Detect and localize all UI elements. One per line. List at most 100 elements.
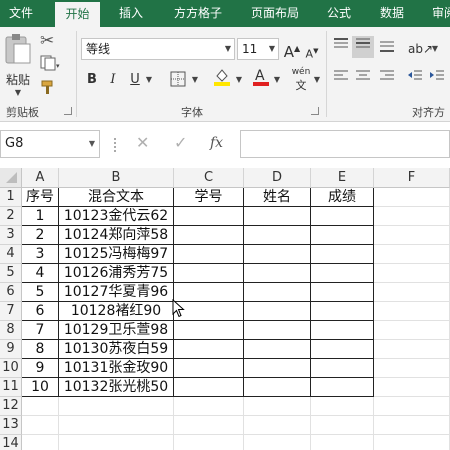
cell-c5[interactable] <box>174 264 244 283</box>
cell-e8[interactable] <box>311 321 374 340</box>
row-header-9[interactable]: 9 <box>0 340 22 359</box>
tab-data[interactable]: 数据 <box>369 0 415 27</box>
align-right-icon[interactable] <box>378 69 396 91</box>
cell-b1[interactable]: 混合文本 <box>59 188 174 207</box>
align-middle-icon[interactable] <box>352 36 374 58</box>
align-top-icon[interactable] <box>332 38 350 60</box>
font-size-select[interactable]: 11 ▼ <box>237 38 279 60</box>
increase-indent-icon[interactable] <box>428 69 446 91</box>
cell-a9[interactable]: 8 <box>22 340 59 359</box>
cell-b9[interactable]: 10130苏夜白59 <box>59 340 174 359</box>
align-left-icon[interactable] <box>332 69 350 91</box>
cell-b2[interactable]: 10123金代云62 <box>59 207 174 226</box>
cell-d11[interactable] <box>244 378 311 397</box>
tab-page-layout[interactable]: 页面布局 <box>240 0 310 27</box>
cell-a5[interactable]: 4 <box>22 264 59 283</box>
cell-d8[interactable] <box>244 321 311 340</box>
cell-f10[interactable] <box>374 359 450 378</box>
cell-c12[interactable] <box>174 397 244 416</box>
cell-b5[interactable]: 10126浦秀芳75 <box>59 264 174 283</box>
chevron-down-icon[interactable]: ▼ <box>234 69 244 91</box>
column-header-b[interactable]: B <box>59 168 174 188</box>
tab-insert[interactable]: 插入 <box>108 0 154 27</box>
insert-function-icon[interactable]: fx <box>210 135 223 151</box>
cell-a11[interactable]: 10 <box>22 378 59 397</box>
italic-button[interactable]: I <box>105 69 121 91</box>
row-header-11[interactable]: 11 <box>0 378 22 397</box>
cell-a1[interactable]: 序号 <box>22 188 59 207</box>
cell-c2[interactable] <box>174 207 244 226</box>
cell-a14[interactable] <box>22 435 59 450</box>
cell-c14[interactable] <box>174 435 244 450</box>
tab-home[interactable]: 开始 <box>55 2 100 27</box>
cell-f12[interactable] <box>374 397 450 416</box>
cell-c8[interactable] <box>174 321 244 340</box>
cell-f5[interactable] <box>374 264 450 283</box>
row-header-14[interactable]: 14 <box>0 435 22 450</box>
cell-d13[interactable] <box>244 416 311 435</box>
cell-b3[interactable]: 10124郑向萍58 <box>59 226 174 245</box>
cell-f1[interactable] <box>374 188 450 207</box>
format-painter-icon[interactable] <box>40 79 58 98</box>
column-header-a[interactable]: A <box>22 168 59 188</box>
cell-f4[interactable] <box>374 245 450 264</box>
row-header-4[interactable]: 4 <box>0 245 22 264</box>
cell-b8[interactable]: 10129卫乐萱98 <box>59 321 174 340</box>
cell-d1[interactable]: 姓名 <box>244 188 311 207</box>
cell-e5[interactable] <box>311 264 374 283</box>
cell-f13[interactable] <box>374 416 450 435</box>
cell-d4[interactable] <box>244 245 311 264</box>
select-all-corner[interactable] <box>0 168 22 188</box>
cell-e9[interactable] <box>311 340 374 359</box>
font-color-button[interactable]: A <box>251 67 271 89</box>
cell-e6[interactable] <box>311 283 374 302</box>
row-header-10[interactable]: 10 <box>0 359 22 378</box>
cell-b14[interactable] <box>59 435 174 450</box>
cell-b7[interactable]: 10128褚红90 <box>59 302 174 321</box>
chevron-down-icon[interactable]: ▼ <box>272 69 282 91</box>
cell-e2[interactable] <box>311 207 374 226</box>
cell-a12[interactable] <box>22 397 59 416</box>
cell-a10[interactable]: 9 <box>22 359 59 378</box>
cell-f9[interactable] <box>374 340 450 359</box>
cell-b4[interactable]: 10125冯梅梅97 <box>59 245 174 264</box>
align-bottom-icon[interactable] <box>378 38 396 60</box>
cell-d2[interactable] <box>244 207 311 226</box>
cell-e4[interactable] <box>311 245 374 264</box>
cell-a8[interactable]: 7 <box>22 321 59 340</box>
row-header-12[interactable]: 12 <box>0 397 22 416</box>
cell-f11[interactable] <box>374 378 450 397</box>
font-name-select[interactable]: 等线 ▼ <box>81 38 235 60</box>
paste-button[interactable]: 粘贴 ▼ <box>3 32 33 97</box>
cell-f8[interactable] <box>374 321 450 340</box>
cell-a7[interactable]: 6 <box>22 302 59 321</box>
name-box[interactable]: G8 ▼ <box>0 130 100 158</box>
cell-f3[interactable] <box>374 226 450 245</box>
cell-d3[interactable] <box>244 226 311 245</box>
row-header-7[interactable]: 7 <box>0 302 22 321</box>
cell-a4[interactable]: 3 <box>22 245 59 264</box>
row-header-3[interactable]: 3 <box>0 226 22 245</box>
cell-b12[interactable] <box>59 397 174 416</box>
fill-color-button[interactable] <box>212 67 232 89</box>
tab-formulas[interactable]: 公式 <box>316 0 362 27</box>
cell-c1[interactable]: 学号 <box>174 188 244 207</box>
cell-e1[interactable]: 成绩 <box>311 188 374 207</box>
formula-input[interactable] <box>240 130 450 158</box>
clipboard-launcher-icon[interactable] <box>64 107 72 115</box>
cell-d6[interactable] <box>244 283 311 302</box>
cell-e12[interactable] <box>311 397 374 416</box>
cell-b6[interactable]: 10127华夏青96 <box>59 283 174 302</box>
shrink-font-button[interactable]: A▼ <box>303 40 321 62</box>
cell-e7[interactable] <box>311 302 374 321</box>
cell-d7[interactable] <box>244 302 311 321</box>
cell-a2[interactable]: 1 <box>22 207 59 226</box>
row-header-8[interactable]: 8 <box>0 321 22 340</box>
cell-c3[interactable] <box>174 226 244 245</box>
cell-e10[interactable] <box>311 359 374 378</box>
cell-b11[interactable]: 10132张光桃50 <box>59 378 174 397</box>
chevron-down-icon[interactable]: ▼ <box>190 69 200 91</box>
cut-icon[interactable]: ✂ <box>40 31 54 51</box>
phonetic-guide-button[interactable]: wén 文 <box>290 67 312 93</box>
column-header-e[interactable]: E <box>311 168 374 188</box>
